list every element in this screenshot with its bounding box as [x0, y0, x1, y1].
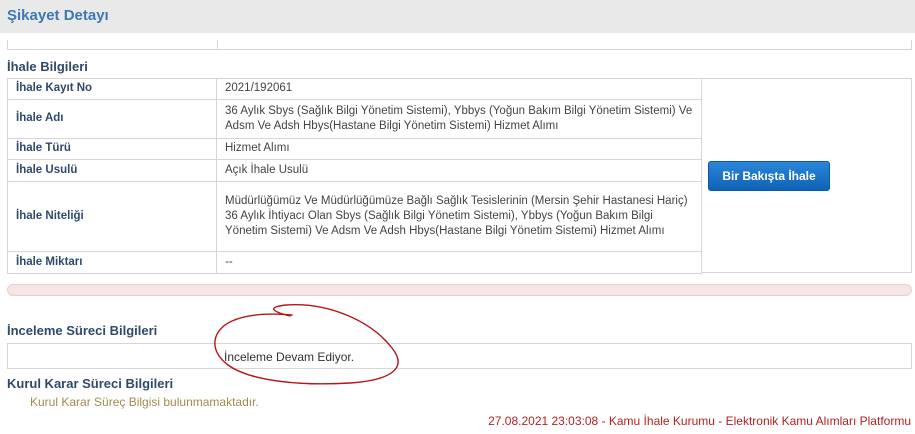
row-value: Müdürlüğümüz Ve Müdürlüğümüze Bağlı Sağl…	[216, 181, 702, 252]
table-row: İhale Adı 36 Aylık Sbys (Sağlık Bilgi Yö…	[7, 99, 702, 139]
row-label: İhale Usulü	[7, 159, 217, 182]
ihale-section-title: İhale Bilgileri	[7, 59, 88, 74]
inceleme-section-title: İnceleme Süreci Bilgileri	[7, 323, 158, 338]
footer-text: 27.08.2021 23:03:08 - Kamu İhale Kurumu …	[488, 414, 911, 428]
row-label: İhale Adı	[7, 99, 217, 139]
table-row: İhale Usulü Açık İhale Usulü	[7, 159, 702, 182]
row-label: İhale Niteliği	[7, 181, 217, 252]
page-title: Şikayet Detayı	[7, 7, 109, 24]
alert-bar	[7, 284, 912, 296]
kurul-note: Kurul Karar Süreç Bilgisi bulunmamaktadı…	[30, 395, 259, 409]
table-row: İhale Türü Hizmet Alımı	[7, 138, 702, 160]
table-row: İhale Miktarı --	[7, 251, 702, 274]
row-value: --	[216, 251, 702, 274]
row-value: 2021/192061	[216, 78, 702, 100]
top-strip	[7, 40, 912, 50]
row-label: İhale Türü	[7, 138, 217, 160]
row-label: İhale Miktarı	[7, 251, 217, 274]
row-value: Açık İhale Usulü	[216, 159, 702, 182]
table-row: İhale Kayıt No 2021/192061	[7, 78, 702, 100]
row-value: 36 Aylık Sbys (Sağlık Bilgi Yönetim Sist…	[216, 99, 702, 139]
bir-bakista-ihale-button[interactable]: Bir Bakışta İhale	[708, 161, 830, 191]
inceleme-status-box: İnceleme Devam Ediyor.	[7, 343, 912, 369]
row-value: Hizmet Alımı	[216, 138, 702, 160]
page-header: Şikayet Detayı	[0, 0, 915, 33]
inceleme-status-text: İnceleme Devam Ediyor.	[224, 350, 355, 364]
row-label: İhale Kayıt No	[7, 78, 217, 100]
table-row: İhale Niteliği Müdürlüğümüz Ve Müdürlüğü…	[7, 181, 702, 252]
ihale-info-table: İhale Kayıt No 2021/192061 İhale Adı 36 …	[7, 78, 702, 274]
kurul-section-title: Kurul Karar Süreci Bilgileri	[7, 376, 174, 391]
